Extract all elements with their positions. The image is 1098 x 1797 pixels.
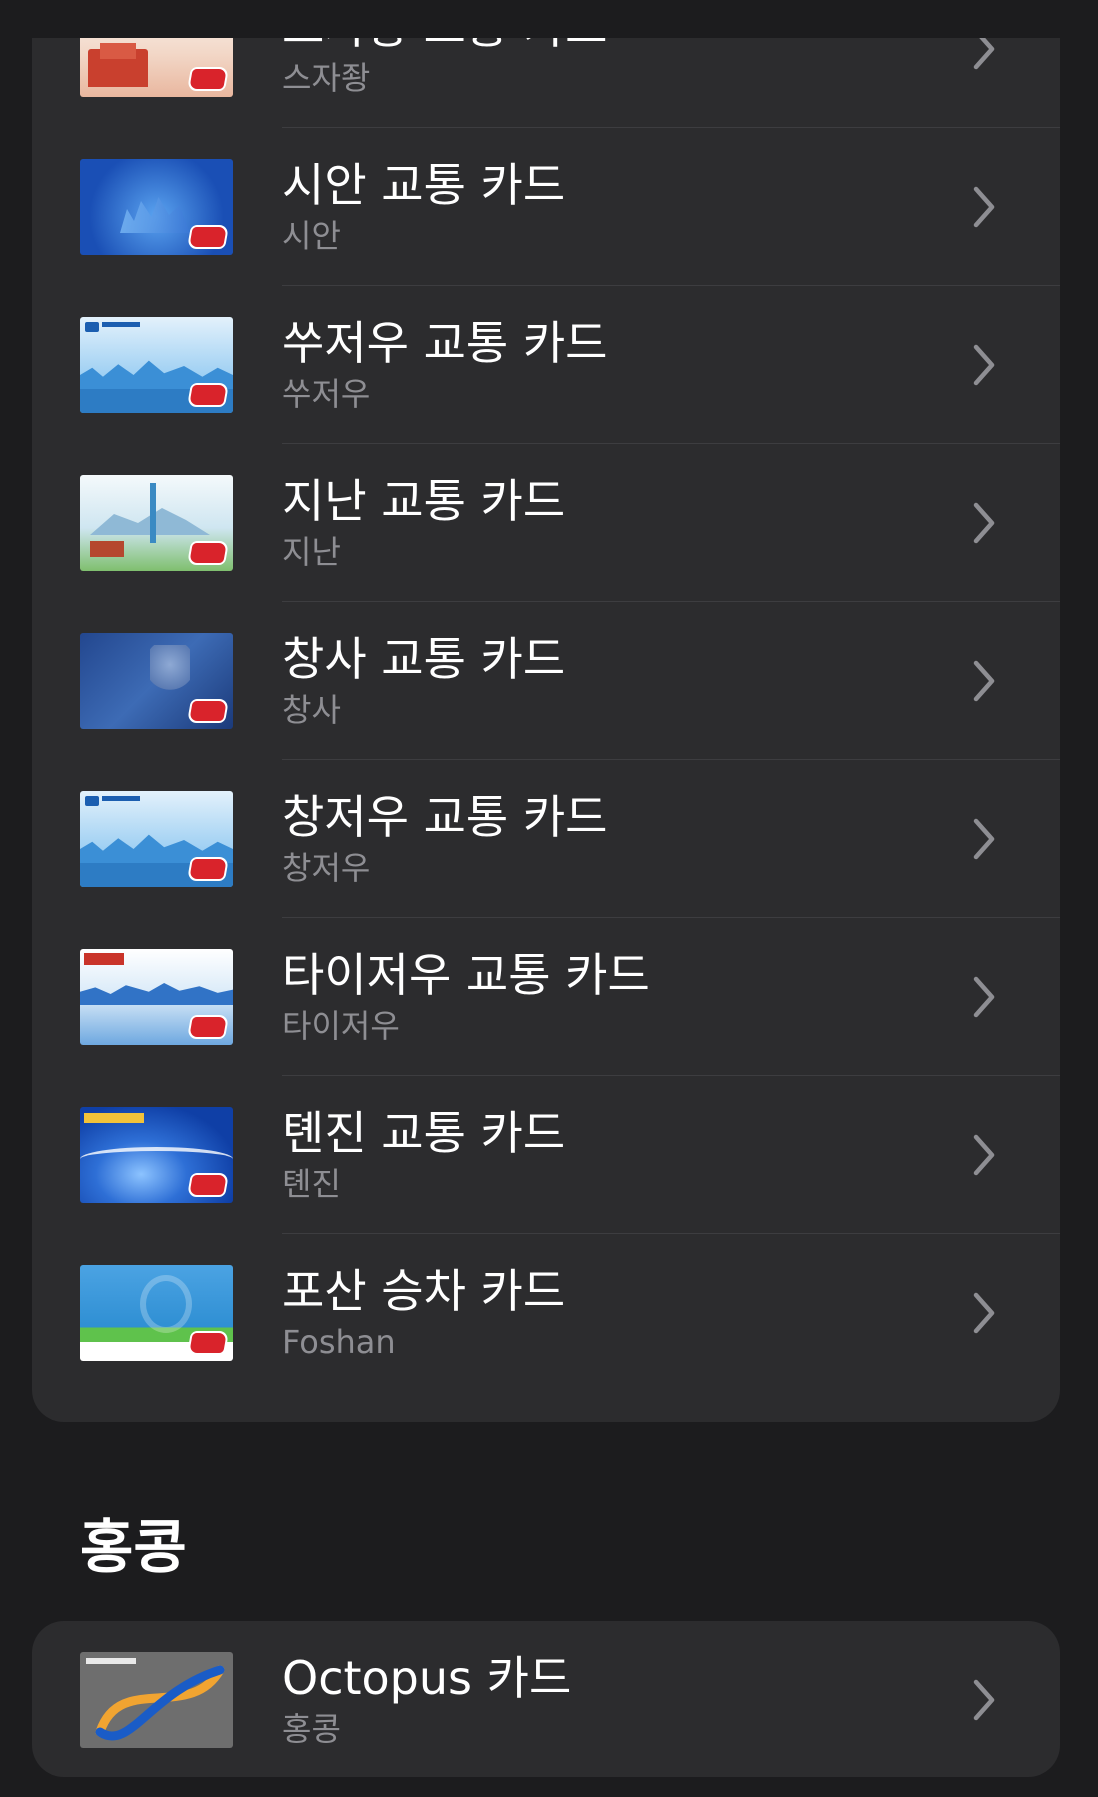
card-title: 쑤저우 교통 카드 <box>282 316 608 370</box>
card-subtitle: 스자좡 <box>282 59 371 97</box>
top-safe-area <box>0 0 1098 38</box>
suzhou-card-art <box>80 317 233 413</box>
transit-union-badge <box>186 699 230 723</box>
card-row[interactable]: 쑤저우 교통 카드 쑤저우 <box>32 286 1060 444</box>
xian-card-art <box>80 159 233 255</box>
card-subtitle: 창저우 <box>282 849 371 887</box>
card-subtitle: 홍콩 <box>282 1710 341 1748</box>
hong-kong-card-list: Octopus 카드 홍콩 <box>32 1621 1060 1777</box>
card-subtitle: 지난 <box>282 533 341 571</box>
chevron-right-icon <box>973 976 995 1018</box>
transit-union-badge <box>186 383 230 407</box>
chevron-right-icon <box>973 502 995 544</box>
card-thumbnail <box>80 791 233 887</box>
card-title: 타이저우 교통 카드 <box>282 948 650 1002</box>
card-thumbnail <box>80 317 233 413</box>
card-subtitle: 시안 <box>282 217 341 255</box>
octopus-card-art <box>80 1652 233 1748</box>
card-row[interactable]: 창저우 교통 카드 창저우 <box>32 760 1060 918</box>
card-row[interactable]: 창사 교통 카드 창사 <box>32 602 1060 760</box>
card-thumbnail <box>80 475 233 571</box>
changzhou-card-art <box>80 791 233 887</box>
card-subtitle: 창사 <box>282 691 341 729</box>
card-thumbnail <box>80 1652 233 1748</box>
transit-union-badge <box>186 857 230 881</box>
tianjin-card-art <box>80 1107 233 1203</box>
card-title: 지난 교통 카드 <box>282 474 566 528</box>
transit-union-badge <box>186 67 230 91</box>
card-thumbnail <box>80 1265 233 1361</box>
card-title: 톈진 교통 카드 <box>282 1106 566 1160</box>
card-title: 창저우 교통 카드 <box>282 790 608 844</box>
chevron-right-icon <box>973 1134 995 1176</box>
transit-union-badge <box>186 1173 230 1197</box>
card-title: 창사 교통 카드 <box>282 632 566 686</box>
card-row[interactable]: Octopus 카드 홍콩 <box>32 1621 1060 1777</box>
section-header-hong-kong: 홍콩 <box>80 1513 187 1581</box>
card-thumbnail <box>80 633 233 729</box>
card-thumbnail <box>80 949 233 1045</box>
foshan-card-art <box>80 1265 233 1361</box>
changsha-card-art <box>80 633 233 729</box>
card-title: 포산 승차 카드 <box>282 1264 566 1318</box>
transit-union-badge <box>186 225 230 249</box>
card-thumbnail <box>80 159 233 255</box>
card-subtitle: 쑤저우 <box>282 375 371 413</box>
jinan-card-art <box>80 475 233 571</box>
taizhou-card-art <box>80 949 233 1045</box>
card-row[interactable]: 포산 승차 카드 Foshan <box>32 1234 1060 1392</box>
chevron-right-icon <box>973 660 995 702</box>
chevron-right-icon <box>973 186 995 228</box>
transit-union-badge <box>186 1015 230 1039</box>
transit-union-badge <box>186 541 230 565</box>
card-row[interactable]: 지난 교통 카드 지난 <box>32 444 1060 602</box>
chevron-right-icon <box>973 344 995 386</box>
card-row[interactable]: 타이저우 교통 카드 타이저우 <box>32 918 1060 1076</box>
china-card-list: 스자좡 교통 카드 스자좡 시안 교통 카드 시안 쑤저우 교통 카드 쑤저우 … <box>32 0 1060 1422</box>
chevron-right-icon <box>973 1679 995 1721</box>
card-subtitle: Foshan <box>282 1323 396 1361</box>
card-subtitle: 타이저우 <box>282 1007 400 1045</box>
card-thumbnail <box>80 1107 233 1203</box>
card-row[interactable]: 톈진 교통 카드 톈진 <box>32 1076 1060 1234</box>
chevron-right-icon <box>973 1292 995 1334</box>
card-title: 시안 교통 카드 <box>282 158 566 212</box>
card-subtitle: 톈진 <box>282 1165 341 1203</box>
transit-union-badge <box>186 1331 230 1355</box>
chevron-right-icon <box>973 818 995 860</box>
card-title: Octopus 카드 <box>282 1651 572 1705</box>
card-row[interactable]: 시안 교통 카드 시안 <box>32 128 1060 286</box>
